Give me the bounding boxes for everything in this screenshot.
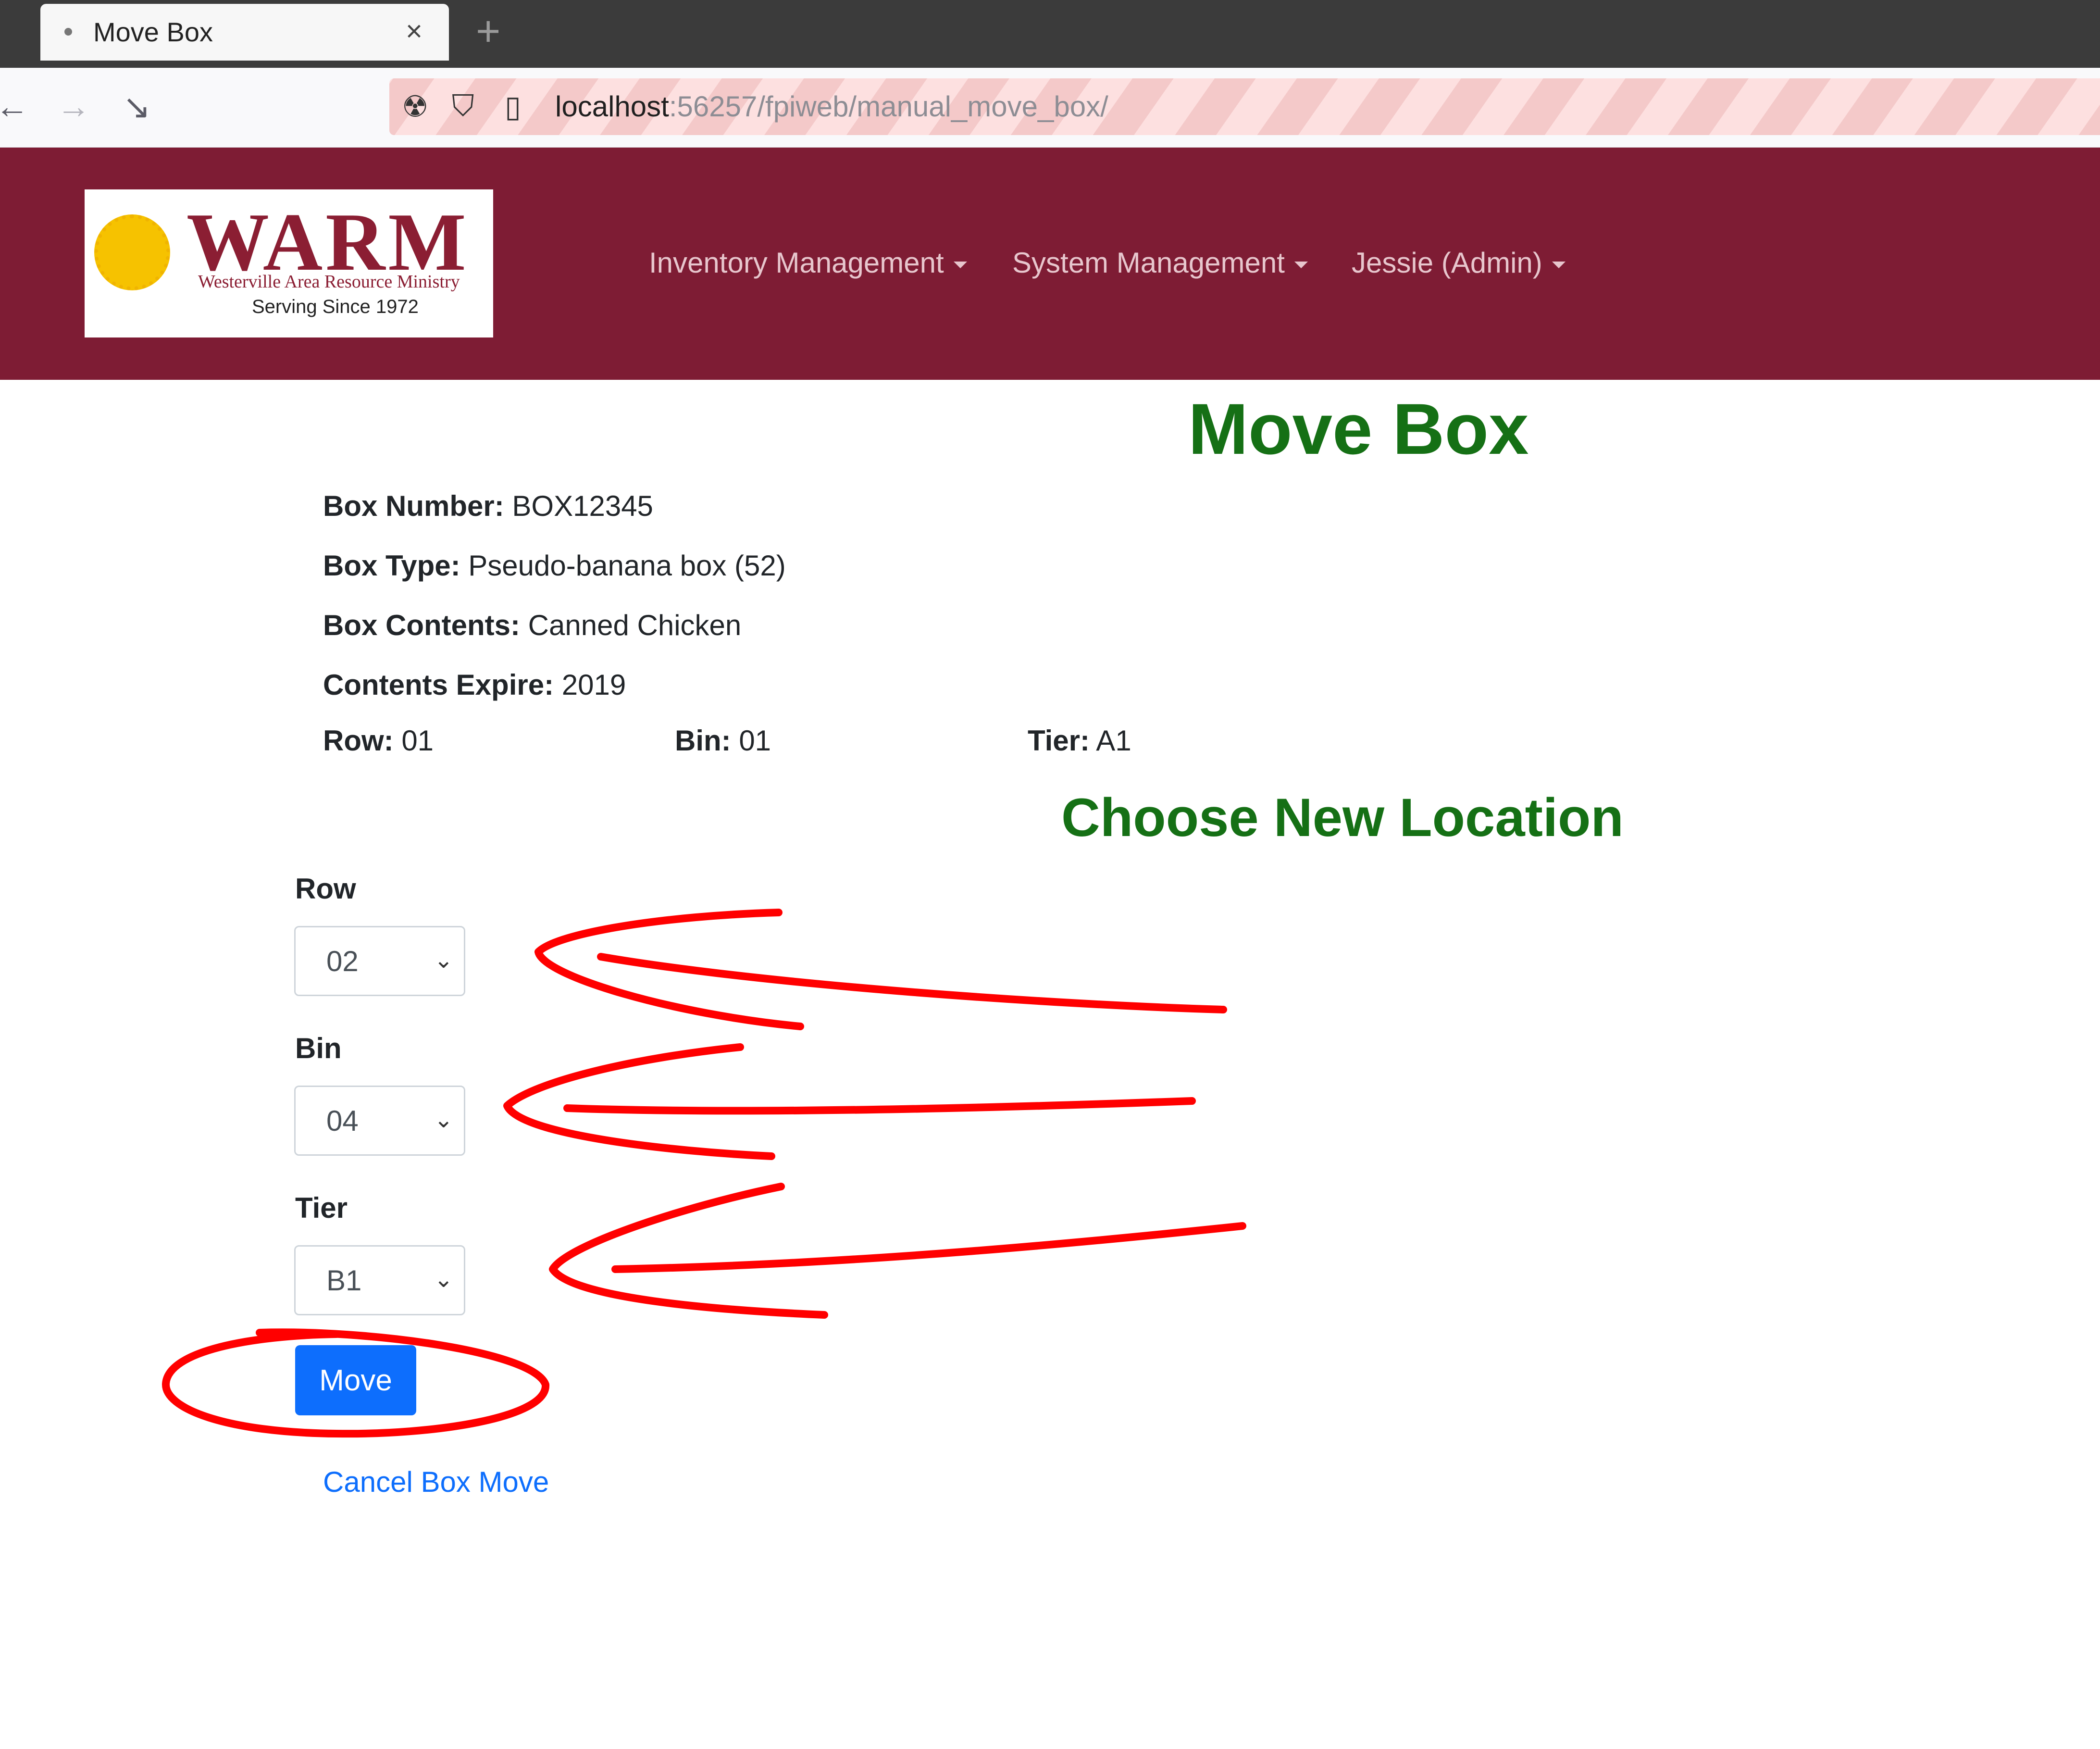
current-tier: Tier: A1 <box>1028 724 1131 757</box>
menu-user[interactable]: Jessie (Admin) <box>1352 246 1566 279</box>
url-path: :56257/fpiweb/manual_move_box/ <box>669 90 1108 123</box>
page-icon[interactable]: ▯ <box>505 89 521 124</box>
bin-select-value: 04 <box>326 1105 359 1137</box>
contents-expire-line: Contents Expire: 2019 <box>323 668 626 701</box>
menu-system-management[interactable]: System Management <box>1012 246 1308 279</box>
current-tier-value: A1 <box>1096 725 1131 757</box>
bin-select[interactable]: 04 ⌄ <box>294 1086 465 1156</box>
caret-down-icon <box>1552 262 1566 269</box>
tab-favicon-icon <box>64 28 72 36</box>
shield-icon[interactable]: ⛉ <box>452 89 474 124</box>
sun-icon <box>94 214 170 290</box>
menu-inventory-management[interactable]: Inventory Management <box>649 246 967 279</box>
tier-select[interactable]: B1 ⌄ <box>294 1245 465 1315</box>
tab-title: Move Box <box>93 17 213 47</box>
site-navbar: WARM Westerville Area Resource Ministry … <box>0 148 2100 380</box>
chevron-down-icon: ⌄ <box>434 1107 453 1133</box>
back-arrow-icon[interactable]: ← <box>0 87 29 125</box>
logo-since: Serving Since 1972 <box>252 296 419 317</box>
url-host: localhost <box>555 90 669 123</box>
bin-field-label: Bin <box>295 1032 342 1064</box>
warm-logo[interactable]: WARM Westerville Area Resource Ministry … <box>85 189 493 337</box>
cancel-box-move-link[interactable]: Cancel Box Move <box>323 1465 549 1499</box>
browser-toolbar: ← → ↘ ☢ ⛉ ▯ localhost:56257/fpiweb/manua… <box>0 68 2100 148</box>
tier-field-label: Tier <box>295 1192 348 1224</box>
row-select-value: 02 <box>326 945 359 977</box>
new-tab-icon[interactable]: + <box>476 7 500 56</box>
row-field-label: Row <box>295 873 356 905</box>
annotation-arrow-tier <box>549 1183 1246 1319</box>
row-select[interactable]: 02 ⌄ <box>294 926 465 996</box>
robot-icon: ☢ <box>402 90 429 124</box>
current-row-label: Row: <box>323 725 394 757</box>
annotation-arrow-bin <box>503 1043 1196 1160</box>
move-button[interactable]: Move <box>295 1345 416 1415</box>
forward-arrow-icon[interactable]: → <box>57 87 90 125</box>
current-tier-label: Tier: <box>1028 725 1090 757</box>
box-type-value: Pseudo-banana box (52) <box>468 550 786 582</box>
box-type-line: Box Type: Pseudo-banana box (52) <box>323 549 786 582</box>
annotation-arrow-row <box>534 909 1227 1030</box>
tier-select-value: B1 <box>326 1264 362 1297</box>
browser-tab-strip: Move Box × + <box>0 0 2100 68</box>
current-bin-value: 01 <box>739 725 771 757</box>
current-row-value: 01 <box>401 725 434 757</box>
box-contents-line: Box Contents: Canned Chicken <box>323 609 741 642</box>
box-number-line: Box Number: BOX12345 <box>323 489 653 523</box>
menu-label: System Management <box>1012 247 1285 279</box>
caret-down-icon <box>953 262 967 269</box>
contents-expire-label: Contents Expire: <box>323 669 554 701</box>
box-number-value: BOX12345 <box>512 490 653 522</box>
url-text[interactable]: localhost:56257/fpiweb/manual_move_box/ <box>555 90 1108 123</box>
box-type-label: Box Type: <box>323 550 460 582</box>
contents-expire-value: 2019 <box>561 669 626 701</box>
current-bin: Bin: 01 <box>675 724 771 757</box>
caret-down-icon <box>1294 262 1308 269</box>
box-contents-value: Canned Chicken <box>528 609 742 641</box>
current-row: Row: 01 <box>323 724 434 757</box>
chevron-down-icon: ⌄ <box>434 1267 453 1292</box>
tab-close-icon[interactable]: × <box>406 14 422 48</box>
chevron-down-icon: ⌄ <box>434 948 453 973</box>
logo-tagline: Westerville Area Resource Ministry <box>198 272 460 292</box>
browser-tab[interactable]: Move Box × <box>40 4 449 61</box>
page-title: Move Box <box>1188 388 1529 469</box>
box-number-label: Box Number: <box>323 490 504 522</box>
address-bar[interactable]: ☢ ⛉ ▯ localhost:56257/fpiweb/manual_move… <box>389 78 2100 135</box>
menu-label: Inventory Management <box>649 247 944 279</box>
loading-icon[interactable]: ↘ <box>123 87 151 126</box>
box-contents-label: Box Contents: <box>323 609 520 641</box>
menu-label: Jessie (Admin) <box>1352 247 1542 279</box>
current-bin-label: Bin: <box>675 725 731 757</box>
choose-location-heading: Choose New Location <box>1061 787 1624 848</box>
